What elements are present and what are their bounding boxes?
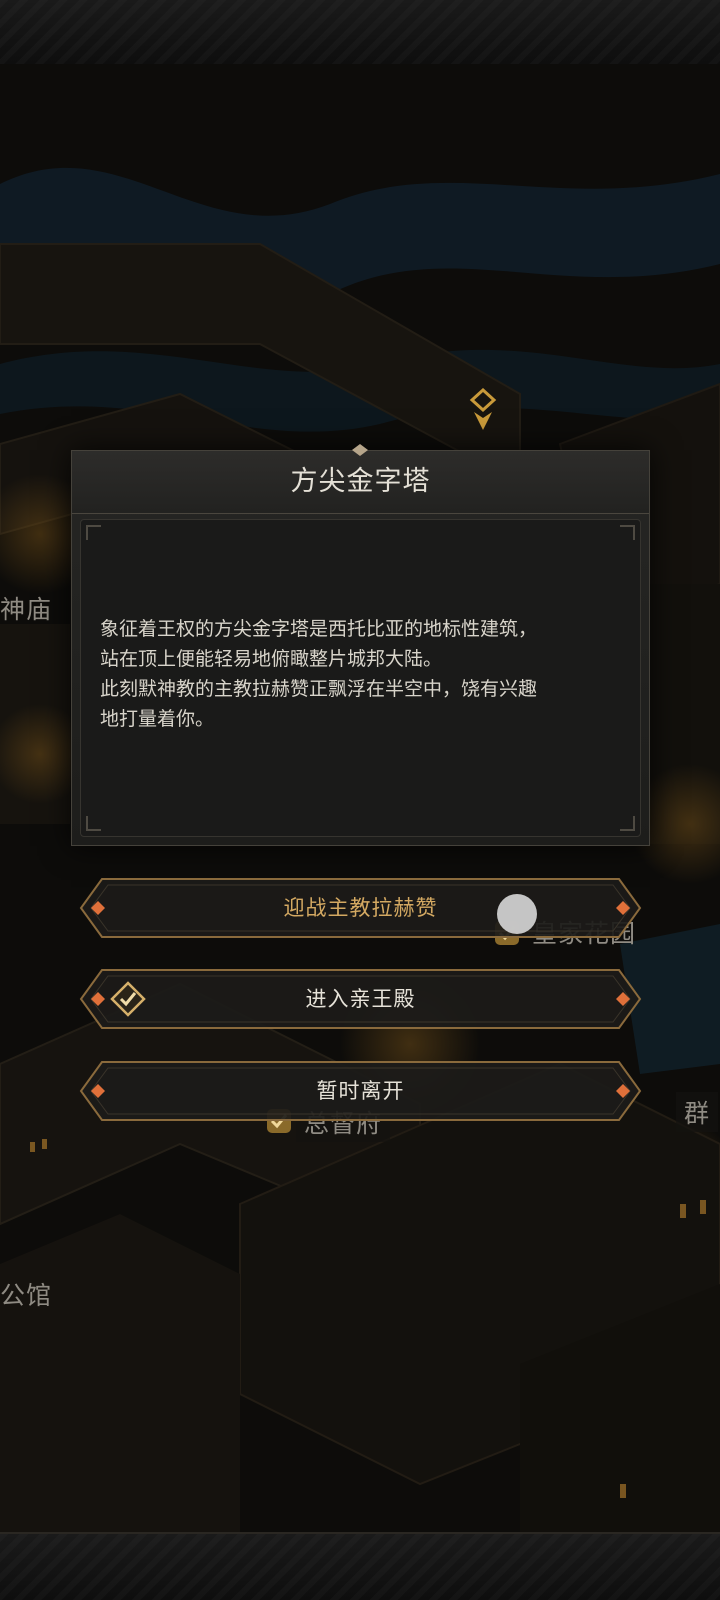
- corner-ornament-icon: [86, 816, 101, 831]
- description-line: 站在顶上便能轻易地俯瞰整片城邦大陆。: [100, 648, 443, 670]
- map-label-temple[interactable]: 神庙: [0, 590, 52, 626]
- map-label-right-edge[interactable]: 群: [676, 1092, 719, 1132]
- header-gem-icon: [352, 444, 368, 456]
- dialog-title: 方尖金字塔: [290, 466, 431, 497]
- fight-bishop-label: 迎战主教拉赫赞: [283, 896, 438, 920]
- top-ornament-bar: [0, 0, 720, 66]
- enter-palace-label: 进入亲王殿: [305, 987, 416, 1011]
- corner-ornament-icon: [620, 816, 635, 831]
- leave-label: 暂时离开: [316, 1079, 405, 1103]
- bottom-ornament-bar: [0, 1532, 720, 1600]
- corner-ornament-icon: [620, 525, 635, 540]
- description-line: 地打量着你。: [100, 708, 215, 730]
- map-label-mansion[interactable]: 公馆: [0, 1276, 52, 1312]
- location-marker-icon[interactable]: [468, 388, 498, 432]
- dialog-body: 象征着王权的方尖金字塔是西托比亚的地标性建筑， 站在顶上便能轻易地俯瞰整片城邦大…: [80, 519, 641, 837]
- enter-palace-button[interactable]: 进入亲王殿: [78, 967, 643, 1031]
- description-line: 此刻默神教的主教拉赫赞正飘浮在半空中，饶有兴趣: [100, 678, 538, 700]
- leave-button[interactable]: 暂时离开: [78, 1059, 643, 1123]
- description-line: 象征着王权的方尖金字塔是西托比亚的地标性建筑，: [100, 618, 538, 640]
- corner-ornament-icon: [86, 525, 101, 540]
- dialog-description: 象征着王权的方尖金字塔是西托比亚的地标性建筑， 站在顶上便能轻易地俯瞰整片城邦大…: [100, 614, 625, 734]
- location-dialog: 方尖金字塔 象征着王权的方尖金字塔是西托比亚的地标性建筑， 站在顶上便能轻易地俯…: [71, 444, 650, 846]
- fight-bishop-button[interactable]: 迎战主教拉赫赞: [78, 876, 643, 940]
- touch-indicator: [497, 894, 537, 934]
- dialog-header: 方尖金字塔: [72, 444, 649, 514]
- game-screen: 神庙 皇家花园 总督府 公馆 群 方尖金字塔 象征着王权的方尖金字塔是西: [0, 0, 720, 1600]
